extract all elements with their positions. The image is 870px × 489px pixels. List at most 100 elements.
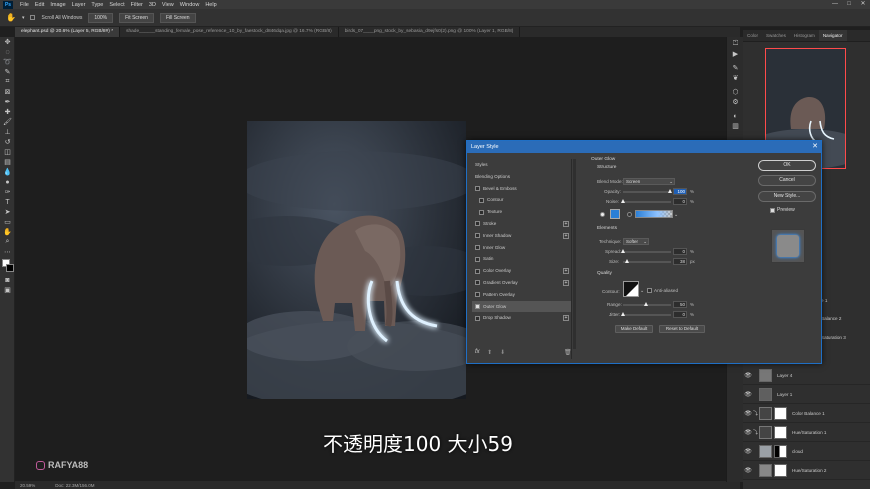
dodge-tool-icon[interactable]: ● bbox=[0, 177, 15, 187]
chevron-down-icon[interactable]: ⌄ bbox=[640, 288, 644, 294]
crop-tool-icon[interactable]: ⌗ bbox=[0, 77, 15, 87]
tab-swatches[interactable]: Swatches bbox=[762, 30, 790, 41]
hand-tool-icon[interactable]: ✋ bbox=[6, 13, 16, 22]
healing-brush-icon[interactable]: ✚ bbox=[0, 107, 15, 117]
make-default-button[interactable]: Make Default bbox=[615, 325, 653, 333]
new-style-button[interactable]: New Style... bbox=[758, 191, 816, 202]
style-item[interactable]: Color Overlay + bbox=[472, 265, 571, 277]
gradient-tool-icon[interactable]: ▤ bbox=[0, 157, 15, 167]
jitter-knob[interactable] bbox=[621, 312, 625, 316]
layer-row[interactable]: 👁 Hue/Saturation 2 bbox=[743, 462, 870, 480]
style-checkbox[interactable] bbox=[479, 209, 484, 215]
scroll-all-windows-checkbox[interactable] bbox=[30, 15, 36, 20]
trash-icon[interactable]: 🗑 bbox=[564, 349, 572, 356]
layer-row[interactable]: 👁 cloud bbox=[743, 443, 870, 461]
style-item[interactable]: Contour bbox=[472, 194, 571, 206]
menu-window[interactable]: Window bbox=[177, 2, 203, 8]
opacity-knob[interactable] bbox=[668, 189, 672, 193]
menu-layer[interactable]: Layer bbox=[69, 2, 89, 8]
clone-stamp-icon[interactable]: ⊥ bbox=[0, 127, 15, 137]
size-slider[interactable] bbox=[623, 259, 671, 263]
screen-mode-icon[interactable]: ▣ bbox=[0, 285, 15, 295]
tab-birds[interactable]: birds_07____png_stock_by_sebasia_d9ejfs0… bbox=[339, 27, 521, 37]
properties-panel-icon[interactable]: ⚙ bbox=[727, 97, 744, 107]
layer-row[interactable]: 👁 ⤵ Hue/Saturation 1 bbox=[743, 424, 870, 442]
dialog-footer-fx[interactable]: fx bbox=[475, 349, 480, 355]
document-image[interactable] bbox=[247, 121, 466, 399]
style-checkbox[interactable] bbox=[475, 233, 480, 239]
style-item[interactable]: Bevel & Emboss bbox=[472, 183, 571, 195]
minimize-icon[interactable]: — bbox=[828, 0, 842, 9]
ok-button[interactable]: OK bbox=[758, 160, 816, 171]
history-panel-icon[interactable]: ⏍ bbox=[727, 39, 744, 49]
tab-shade[interactable]: shade______standing_female_pose_referenc… bbox=[120, 27, 339, 37]
frame-tool-icon[interactable]: ⊠ bbox=[0, 87, 15, 97]
add-style-icon[interactable]: + bbox=[563, 268, 569, 275]
range-knob[interactable] bbox=[644, 302, 648, 306]
style-item[interactable]: Blending Options bbox=[472, 171, 571, 183]
libraries-panel-icon[interactable]: ▥ bbox=[727, 121, 744, 131]
eraser-tool-icon[interactable]: ◫ bbox=[0, 147, 15, 157]
add-style-icon[interactable]: + bbox=[563, 220, 569, 227]
style-checkbox[interactable] bbox=[479, 197, 484, 203]
menu-filter[interactable]: Filter bbox=[128, 2, 146, 8]
contour-picker[interactable] bbox=[623, 281, 639, 297]
blend-mode-select[interactable]: Screen ⌄ bbox=[623, 178, 675, 185]
shape-tool-icon[interactable]: ▭ bbox=[0, 217, 15, 227]
opacity-slider[interactable] bbox=[623, 189, 672, 193]
zoom-tool-icon[interactable]: ⌕ bbox=[0, 237, 15, 247]
tab-navigator[interactable]: Navigator bbox=[818, 30, 847, 41]
quick-mask-icon[interactable]: ◙ bbox=[0, 275, 15, 285]
zoom-100-button[interactable]: 100% bbox=[88, 12, 114, 23]
path-select-icon[interactable]: ➤ bbox=[0, 207, 15, 217]
move-up-icon[interactable]: ⬆ bbox=[487, 349, 492, 356]
move-tool-icon[interactable]: ✥ bbox=[0, 37, 15, 47]
add-style-icon[interactable]: + bbox=[563, 232, 569, 239]
reset-default-button[interactable]: Reset to Default bbox=[659, 325, 705, 333]
size-input[interactable]: 38 bbox=[673, 258, 687, 265]
brush-settings-icon[interactable]: ❦ bbox=[727, 73, 744, 83]
glow-color-swatch[interactable] bbox=[610, 209, 620, 219]
close-icon[interactable]: ✕ bbox=[856, 0, 870, 9]
menu-help[interactable]: Help bbox=[202, 2, 219, 8]
style-item[interactable]: Drop Shadow + bbox=[472, 312, 571, 324]
spread-slider[interactable] bbox=[621, 249, 671, 253]
move-down-icon[interactable]: ⬇ bbox=[500, 349, 505, 356]
style-checkbox[interactable] bbox=[475, 280, 480, 286]
style-item[interactable]: Pattern Overlay bbox=[472, 289, 571, 301]
noise-knob[interactable] bbox=[621, 199, 625, 203]
jitter-slider[interactable] bbox=[621, 312, 671, 316]
background-color[interactable] bbox=[6, 264, 14, 272]
style-item[interactable]: Texture bbox=[472, 206, 571, 218]
size-knob[interactable] bbox=[625, 259, 629, 263]
style-checkbox[interactable] bbox=[475, 244, 480, 250]
add-style-icon[interactable]: + bbox=[563, 279, 569, 286]
tab-histogram[interactable]: Histogram bbox=[790, 30, 819, 41]
style-item[interactable]: Styles bbox=[472, 159, 571, 171]
layer-row[interactable]: 👁 Layer 4 bbox=[743, 367, 870, 385]
dialog-title[interactable]: Layer Style bbox=[467, 141, 821, 153]
menu-type[interactable]: Type bbox=[88, 2, 106, 8]
menu-select[interactable]: Select bbox=[106, 2, 127, 8]
eye-icon[interactable]: 👁 bbox=[743, 391, 753, 398]
list-scrollbar[interactable] bbox=[573, 159, 576, 349]
style-checkbox[interactable] bbox=[475, 303, 480, 309]
anti-aliased-checkbox[interactable] bbox=[647, 288, 652, 293]
eyedropper-tool-icon[interactable]: ✒ bbox=[0, 97, 15, 107]
style-checkbox[interactable] bbox=[475, 185, 480, 191]
style-checkbox[interactable] bbox=[475, 292, 480, 298]
brushes-panel-icon[interactable]: ✎ bbox=[727, 63, 744, 73]
status-zoom[interactable]: 20.59% bbox=[20, 483, 35, 488]
history-brush-icon[interactable]: ↺ bbox=[0, 137, 15, 147]
style-checkbox[interactable] bbox=[475, 256, 480, 262]
preview-checkbox[interactable] bbox=[770, 208, 775, 213]
jitter-input[interactable]: 0 bbox=[673, 311, 687, 318]
spread-input[interactable]: 0 bbox=[673, 248, 687, 255]
fill-screen-button[interactable]: Fill Screen bbox=[159, 12, 196, 23]
close-icon[interactable]: ✕ bbox=[812, 141, 818, 153]
chevron-down-icon[interactable]: ⌄ bbox=[674, 212, 678, 218]
menu-edit[interactable]: Edit bbox=[32, 2, 47, 8]
hand-tool-icon[interactable]: ✋ bbox=[0, 227, 15, 237]
layer-row[interactable]: 👁 ⤵ Color Balance 1 bbox=[743, 405, 870, 423]
cancel-button[interactable]: Cancel bbox=[758, 175, 816, 186]
